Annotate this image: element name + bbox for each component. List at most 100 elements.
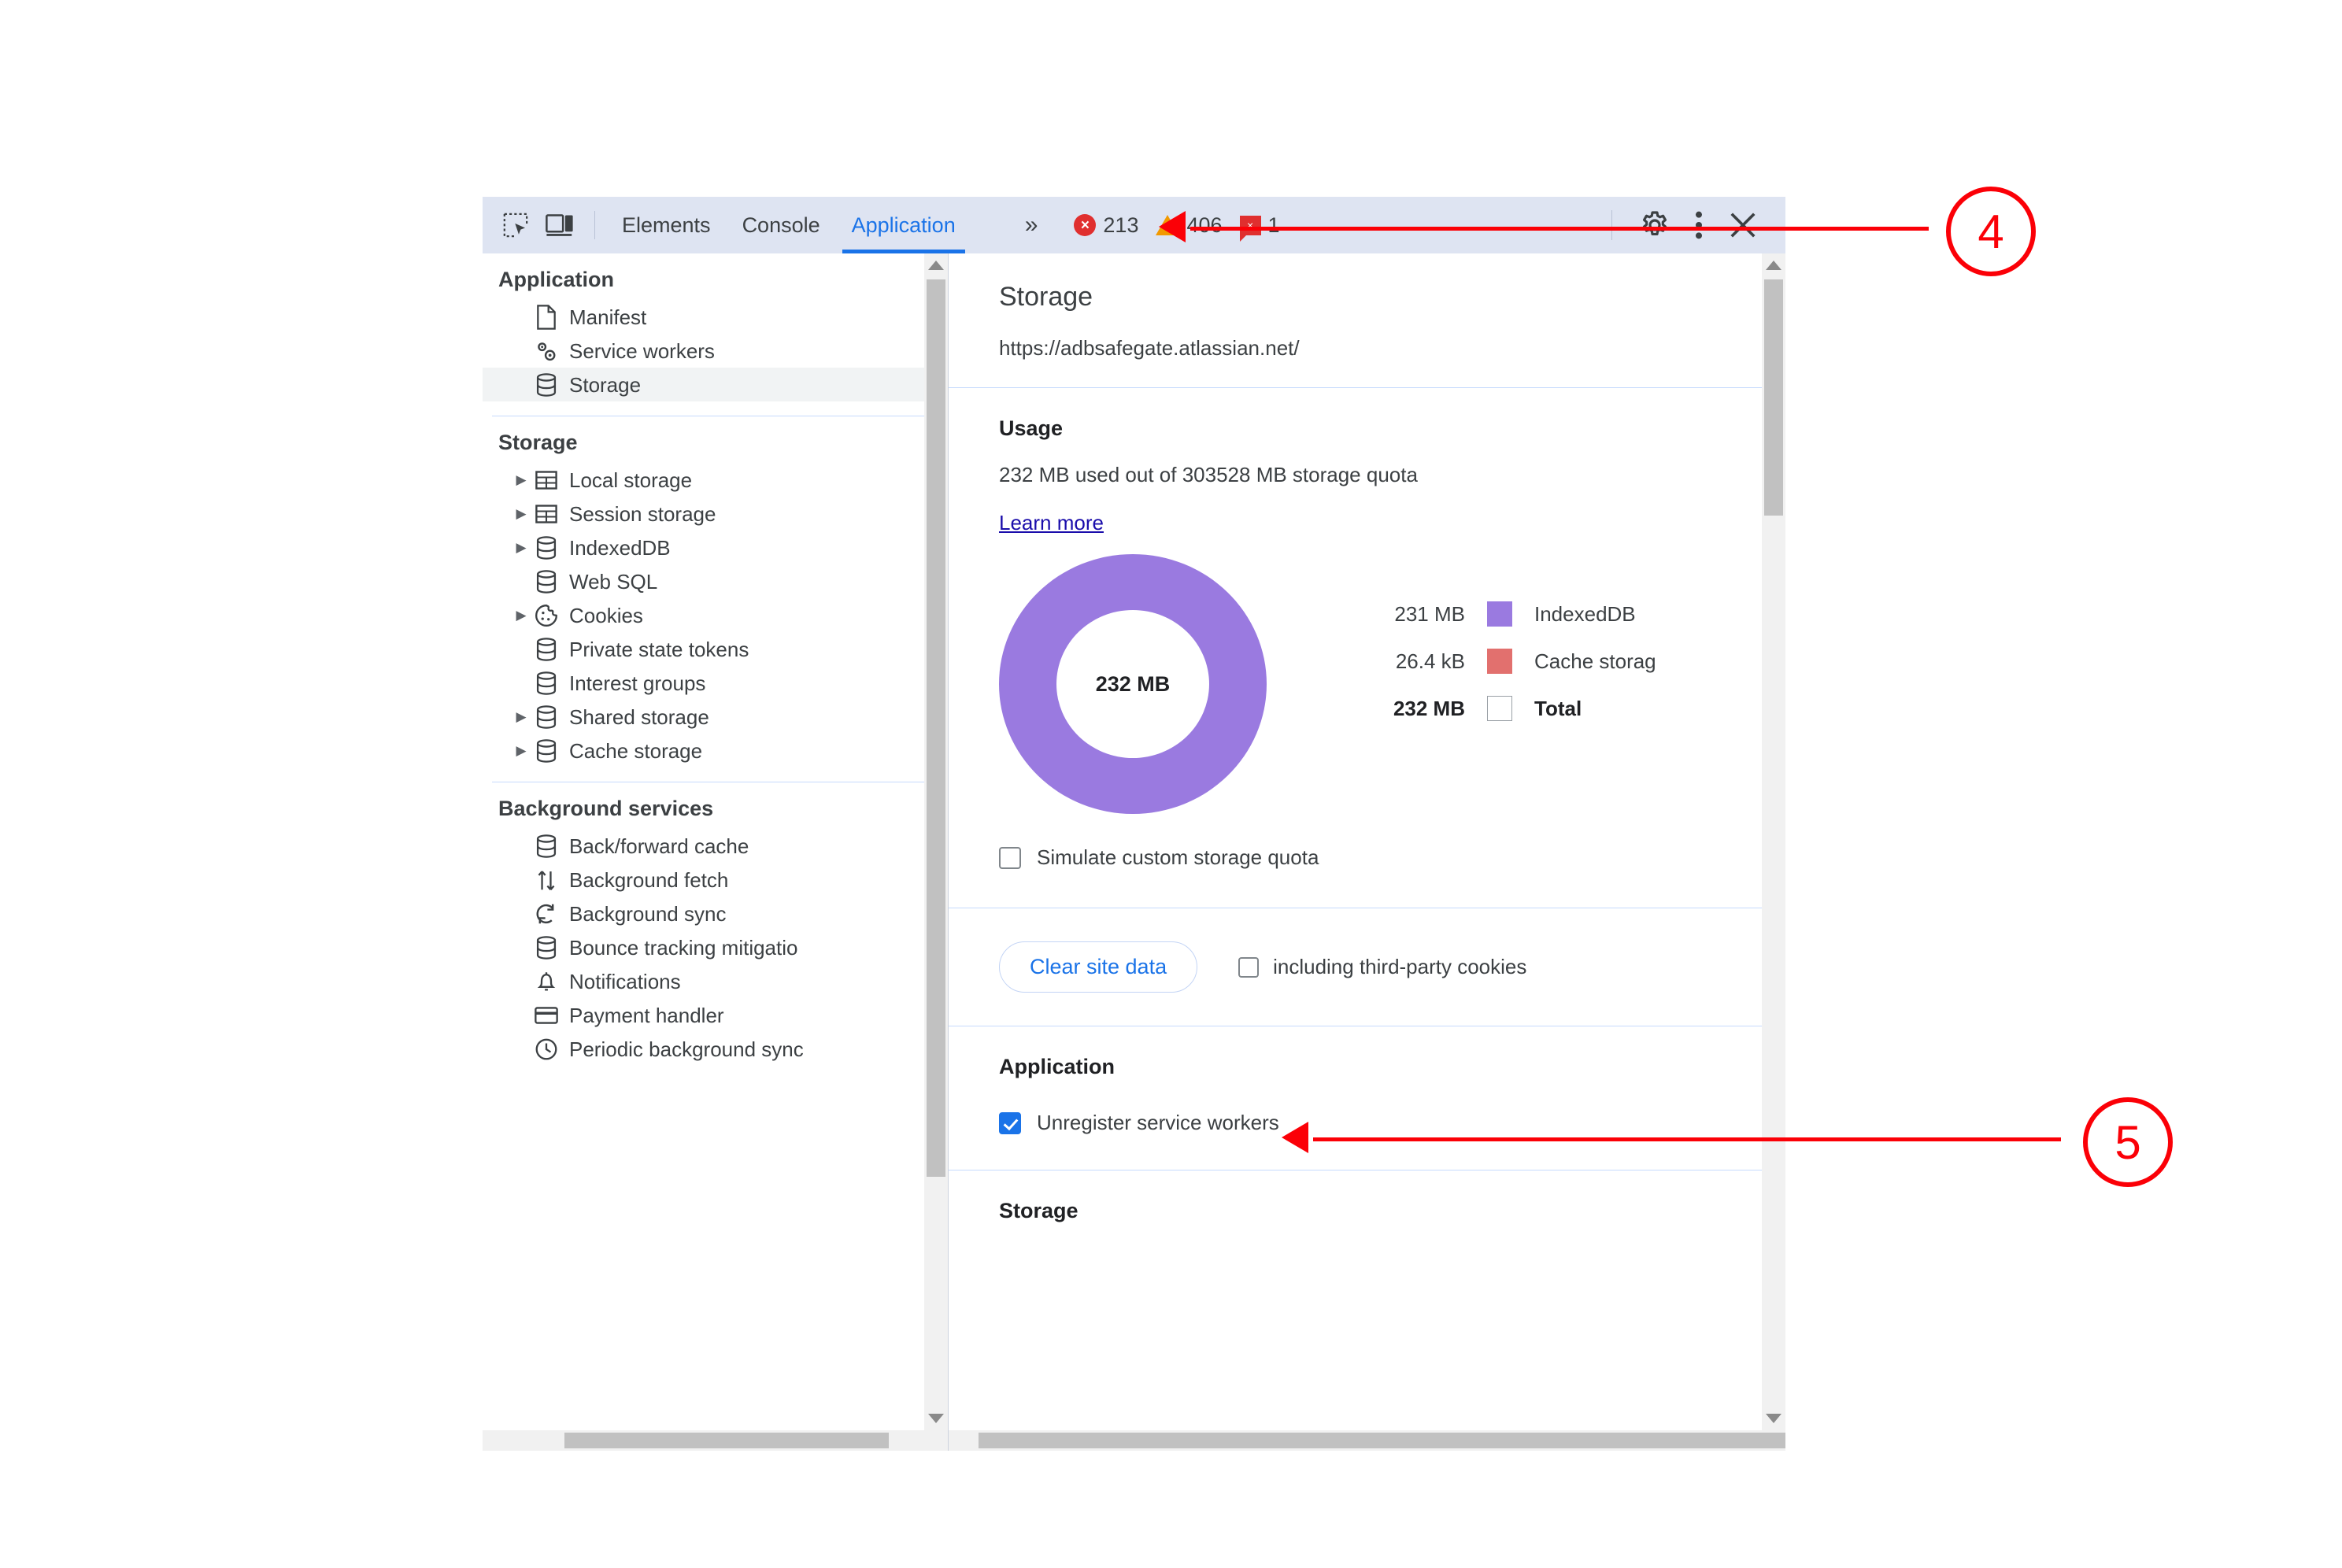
issue-count: 1	[1267, 213, 1280, 237]
third-party-cookies-row[interactable]: including third-party cookies	[1238, 955, 1526, 979]
usage-section: Usage 232 MB used out of 303528 MB stora…	[949, 388, 1762, 908]
sidebar-hscrollbar-thumb[interactable]	[564, 1433, 889, 1448]
unregister-service-workers-row[interactable]: Unregister service workers	[999, 1079, 1762, 1170]
tab-application[interactable]: Application	[836, 197, 971, 253]
application-sidebar: Application ▶ Manifest ▶	[483, 253, 949, 1451]
sidebar-item-storage[interactable]: ▶ Storage	[483, 368, 948, 401]
usage-summary: 232 MB used out of 303528 MB storage quo…	[999, 463, 1418, 486]
tab-console[interactable]: Console	[727, 197, 836, 253]
sidebar-item-payment-handler[interactable]: ▶ Payment handler	[483, 998, 948, 1032]
database-icon	[531, 935, 561, 960]
simulate-quota-checkbox[interactable]	[999, 846, 1021, 869]
sidebar-section-title: Storage	[498, 431, 578, 454]
sidebar-scrollbar-thumb[interactable]	[927, 279, 945, 1177]
tab-elements[interactable]: Elements	[606, 197, 727, 253]
sidebar-item-local-storage[interactable]: ▶ Local storage	[483, 463, 948, 497]
third-party-cookies-checkbox[interactable]	[1238, 956, 1260, 978]
sidebar-item-notifications[interactable]: ▶ Notifications	[483, 964, 948, 998]
close-icon[interactable]	[1721, 203, 1765, 247]
issue-counter[interactable]: × 1	[1239, 213, 1280, 242]
gear-glyph	[1642, 211, 1667, 236]
main-scrollbar-thumb[interactable]	[1764, 279, 1783, 516]
legend-label: Total	[1534, 696, 1582, 720]
legend-label: Cache storag	[1534, 649, 1656, 673]
annotation-number: 5	[2114, 1115, 2141, 1169]
manifest-file-icon	[531, 304, 561, 330]
database-icon	[531, 834, 561, 858]
sidebar-item-manifest[interactable]: ▶ Manifest	[483, 300, 948, 334]
usage-heading: Usage	[999, 416, 1064, 440]
sidebar-item-periodic-background-sync[interactable]: ▶ Periodic background sync	[483, 1032, 948, 1066]
annotation-line-4	[1190, 227, 1929, 231]
sidebar-item-bounce-tracking-mitigation[interactable]: ▶ Bounce tracking mitigatio	[483, 930, 948, 964]
inspect-element-icon[interactable]	[495, 205, 536, 246]
expand-arrow-icon[interactable]: ▶	[511, 472, 531, 488]
scroll-up-arrow-icon[interactable]	[924, 253, 948, 277]
sidebar-item-label: Payment handler	[569, 1003, 724, 1027]
sidebar-item-label: Storage	[569, 372, 642, 397]
credit-card-icon	[531, 1005, 561, 1026]
storage-panel: Storage https://adbsafegate.atlassian.ne…	[949, 253, 1785, 1451]
sidebar-item-label: Background fetch	[569, 867, 729, 892]
error-counter[interactable]: × 213	[1074, 213, 1138, 238]
bell-icon	[531, 970, 561, 993]
service-workers-gears-icon	[531, 338, 561, 364]
sidebar-item-indexeddb[interactable]: ▶ IndexedDB	[483, 531, 948, 564]
storage-panel-scroll-area: Storage https://adbsafegate.atlassian.ne…	[949, 253, 1762, 1430]
sidebar-item-web-sql[interactable]: ▶ Web SQL	[483, 564, 948, 598]
arrows-updown-icon	[531, 868, 561, 892]
sidebar-item-background-fetch[interactable]: ▶ Background fetch	[483, 863, 948, 897]
more-tabs-chevron-icon[interactable]: »	[1019, 212, 1045, 239]
expand-arrow-icon[interactable]: ▶	[511, 506, 531, 522]
clear-site-data-row: Clear site data including third-party co…	[999, 908, 1762, 1026]
expand-arrow-icon[interactable]: ▶	[511, 608, 531, 623]
legend-value: 231 MB	[1394, 601, 1465, 626]
sidebar-item-session-storage[interactable]: ▶ Session storage	[483, 497, 948, 531]
sidebar-item-cookies[interactable]: ▶ Cookies	[483, 598, 948, 632]
simulate-quota-row[interactable]: Simulate custom storage quota	[999, 814, 1762, 908]
annotation-line-5	[1313, 1137, 2061, 1141]
database-icon	[531, 671, 561, 695]
device-toolbar-icon[interactable]	[539, 205, 580, 246]
inspect-element-glyph	[503, 213, 528, 238]
sidebar-item-interest-groups[interactable]: ▶ Interest groups	[483, 666, 948, 700]
sidebar-horizontal-scrollbar[interactable]	[483, 1430, 948, 1451]
sidebar-section-title: Application	[498, 268, 614, 291]
storage-header: Storage https://adbsafegate.atlassian.ne…	[949, 253, 1762, 387]
unregister-service-workers-checkbox[interactable]	[999, 1111, 1021, 1134]
scroll-up-arrow-icon[interactable]	[1762, 253, 1785, 277]
scroll-down-arrow-icon[interactable]	[924, 1407, 948, 1430]
expand-arrow-icon[interactable]: ▶	[511, 743, 531, 759]
main-vertical-scrollbar[interactable]	[1762, 253, 1785, 1430]
sidebar-item-label: Local storage	[569, 468, 693, 492]
clock-icon	[531, 1037, 561, 1061]
toolbar-divider	[594, 211, 595, 239]
scroll-down-arrow-icon[interactable]	[1762, 1407, 1785, 1430]
cookie-icon	[531, 604, 561, 627]
main-hscrollbar-thumb[interactable]	[979, 1433, 1785, 1448]
legend-value: 232 MB	[1393, 696, 1465, 720]
sidebar-item-private-state-tokens[interactable]: ▶ Private state tokens	[483, 632, 948, 666]
sidebar-item-back-forward-cache[interactable]: ▶ Back/forward cache	[483, 829, 948, 863]
sidebar-vertical-scrollbar[interactable]	[924, 253, 948, 1430]
database-icon	[531, 704, 561, 729]
toolbar-right-actions	[1611, 203, 1785, 247]
learn-more-link[interactable]: Learn more	[999, 487, 1104, 535]
clear-site-data-button[interactable]: Clear site data	[999, 941, 1198, 993]
sidebar-item-background-sync[interactable]: ▶ Background sync	[483, 897, 948, 930]
sidebar-item-service-workers[interactable]: ▶ Service workers	[483, 334, 948, 368]
gear-icon[interactable]	[1633, 203, 1677, 247]
sidebar-item-label: Bounce tracking mitigatio	[569, 935, 798, 960]
sidebar-item-label: Private state tokens	[569, 637, 749, 661]
kebab-menu-icon[interactable]	[1677, 203, 1721, 247]
sidebar-item-cache-storage[interactable]: ▶ Cache storage	[483, 734, 948, 767]
sidebar-item-shared-storage[interactable]: ▶ Shared storage	[483, 700, 948, 734]
expand-arrow-icon[interactable]: ▶	[511, 540, 531, 556]
expand-arrow-icon[interactable]: ▶	[511, 709, 531, 725]
sidebar-item-label: Manifest	[569, 305, 647, 329]
application-heading: Application	[999, 1055, 1115, 1078]
table-icon	[531, 469, 561, 491]
error-count: 213	[1103, 213, 1139, 237]
third-party-cookies-label: including third-party cookies	[1273, 955, 1527, 978]
main-horizontal-scrollbar[interactable]	[949, 1430, 1785, 1451]
